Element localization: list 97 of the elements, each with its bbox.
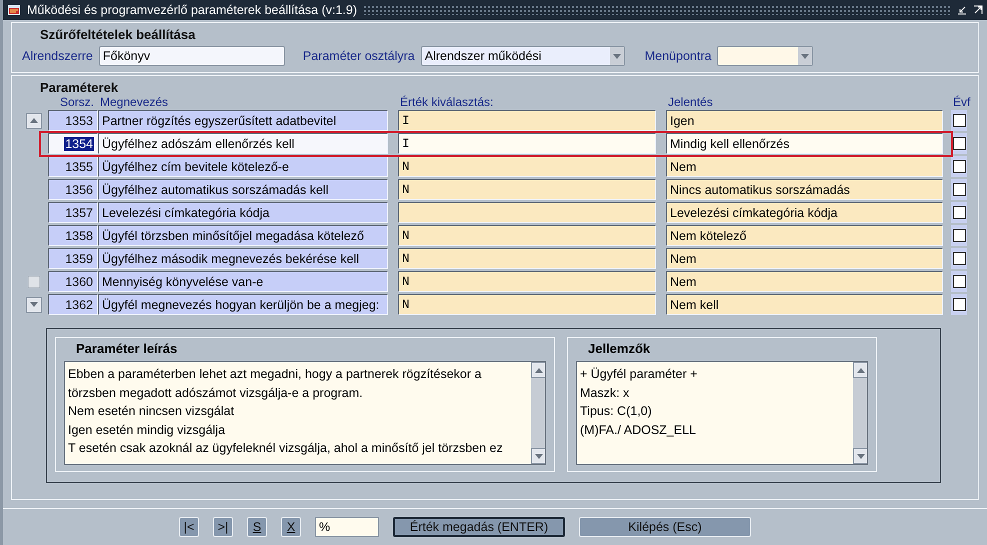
up-arrow-icon [30, 118, 38, 123]
table-cell[interactable]: 1353 [48, 110, 98, 131]
text-line: Igen esetén mindig vizsgálja [68, 422, 226, 439]
scroll-down-button[interactable] [853, 448, 867, 464]
table-cell[interactable]: Ügyfélhez adószám ellenőrzés kell [98, 133, 388, 154]
panel-title: Paraméter leírás [75, 340, 178, 358]
checkbox[interactable] [953, 298, 966, 311]
minimize-icon[interactable] [957, 5, 967, 15]
caret-icon [801, 54, 810, 58]
text-line: Nem esetén nincsen vizsgálat [68, 403, 236, 420]
maximize-icon[interactable] [973, 5, 983, 15]
table-cell[interactable]: N [398, 248, 656, 269]
table-cell[interactable]: Igen [666, 110, 943, 131]
down-arrow-icon [30, 302, 38, 307]
table-cell[interactable]: 1355 [48, 156, 98, 177]
text-line: (M)FA./ ADOSZ_ELL [580, 422, 698, 439]
text-area[interactable]: + Ügyfél paraméter + Maszk: x Tipus: C(1,0) (M)FA./ ADOSZ_ELL [576, 361, 868, 465]
input-field[interactable]: % [315, 517, 379, 537]
table-cell[interactable]: 1360 [48, 271, 98, 292]
input-field[interactable]: Főkönyv [98, 46, 285, 66]
table-cell[interactable]: Nem [666, 156, 943, 177]
table-cell[interactable]: Ügyfél törzsben minősítőjel megadása kötelező [98, 225, 388, 246]
column-header: Érték kiválasztás: [399, 95, 494, 109]
table-cell[interactable]: 1362 [48, 294, 98, 315]
field-label: Menüpontra [644, 49, 712, 63]
checkbox[interactable] [953, 137, 966, 150]
section-title: Paraméterek [39, 79, 120, 95]
checkbox[interactable] [953, 229, 966, 242]
field-label: Paraméter osztályra [302, 49, 415, 63]
caret-icon [612, 54, 621, 58]
table-cell[interactable]: Nem [666, 271, 943, 292]
table-cell[interactable]: N [398, 179, 656, 200]
column-header: Sorsz. [60, 95, 95, 109]
checkbox[interactable] [953, 252, 966, 265]
nav-button[interactable]: |< [179, 517, 199, 537]
scroll-up-button[interactable] [531, 362, 545, 378]
text-line: Ebben a paraméterben lehet azt megadni, hogy a partnerek rögzítésekor a [68, 366, 482, 383]
app-icon [7, 3, 21, 17]
checkbox[interactable] [953, 114, 966, 127]
table-cell[interactable]: Ügyfél megnevezés hogyan kerüljön be a megjeg: [98, 294, 388, 315]
table-cell[interactable]: Nem kötelező [666, 225, 943, 246]
table-cell[interactable]: 1357 [48, 202, 98, 223]
down-arrow-icon [857, 454, 865, 458]
table-cell[interactable]: I [398, 133, 656, 154]
nav-button[interactable]: S [247, 517, 267, 537]
checkbox[interactable] [953, 183, 966, 196]
text-line: Tipus: C(1,0) [580, 403, 653, 420]
checkbox[interactable] [953, 206, 966, 219]
table-cell[interactable]: N [398, 225, 656, 246]
scroll-up-button[interactable] [853, 362, 867, 378]
text-line: + Ügyfél paraméter + [580, 366, 698, 383]
table-cell[interactable]: Levelezési címkategória kódja [666, 202, 943, 223]
checkbox[interactable] [953, 275, 966, 288]
table-cell[interactable]: Levelezési címkategória kódja [98, 202, 388, 223]
table-cell[interactable]: N [398, 271, 656, 292]
text-area[interactable] [64, 361, 546, 465]
action-button[interactable]: Kilépés (Esc) [579, 517, 751, 537]
table-cell[interactable]: Mennyiség könyvelése van-e [98, 271, 388, 292]
scroll-down-button[interactable] [26, 296, 42, 312]
table-cell[interactable]: 1358 [48, 225, 98, 246]
nav-button[interactable]: >| [213, 517, 233, 537]
checkbox[interactable] [953, 160, 966, 173]
text-line: törzsben megadott adószámot vizsgálja-e a program. [68, 384, 364, 402]
scroll-up-button[interactable] [26, 112, 42, 128]
table-cell[interactable]: Nem kell [666, 294, 943, 315]
table-cell[interactable]: Ügyfélhez második megnevezés bekérése kell [98, 248, 388, 269]
table-cell[interactable]: N [398, 156, 656, 177]
table-cell[interactable]: Nem [666, 248, 943, 269]
scroll-thumb[interactable] [28, 276, 40, 288]
table-cell[interactable]: 1356 [48, 179, 98, 200]
dropdown[interactable]: Alrendszer működési [420, 46, 625, 66]
column-header: Megnevezés [99, 95, 170, 109]
action-button[interactable]: Érték megadás (ENTER) [393, 517, 565, 537]
field-label: Alrendszerre [22, 49, 93, 63]
nav-button[interactable]: X [281, 517, 301, 537]
table-cell[interactable] [398, 202, 656, 223]
text-line: Maszk: x [580, 384, 630, 402]
column-header: Jelentés [667, 95, 714, 109]
up-arrow-icon [535, 368, 543, 372]
table-cell[interactable]: 1359 [48, 248, 98, 269]
up-arrow-icon [857, 368, 865, 372]
table-cell[interactable]: I [398, 110, 656, 131]
down-arrow-icon [535, 454, 543, 458]
table-cell[interactable]: N [398, 294, 656, 315]
window-title: Működési és programvezérlő paraméterek beállítása (v:1.9) [27, 3, 358, 17]
table-cell[interactable]: Ügyfélhez automatikus sorszámadás kell [98, 179, 388, 200]
table-cell[interactable]: Partner rögzítés egyszerűsített adatbevitel [98, 110, 388, 131]
table-cell[interactable]: Nincs automatikus sorszámadás [666, 179, 943, 200]
text-line: T esetén csak azoknál az ügyfeleknél vizsgálja, ahol a minősítő jel törzsben ez [68, 440, 504, 457]
table-cell[interactable]: Mindig kell ellenőrzés [666, 133, 943, 154]
scroll-down-button[interactable] [531, 448, 545, 464]
panel-title: Jellemzők [587, 340, 652, 358]
section-title: Szűrőfeltételek beállítása [39, 26, 196, 42]
table-cell[interactable]: Ügyfélhez cím bevitele kötelező-e [98, 156, 388, 177]
table-cell[interactable]: 1354 [48, 133, 98, 154]
column-header: Évf [952, 95, 969, 109]
dropdown[interactable] [717, 46, 814, 66]
